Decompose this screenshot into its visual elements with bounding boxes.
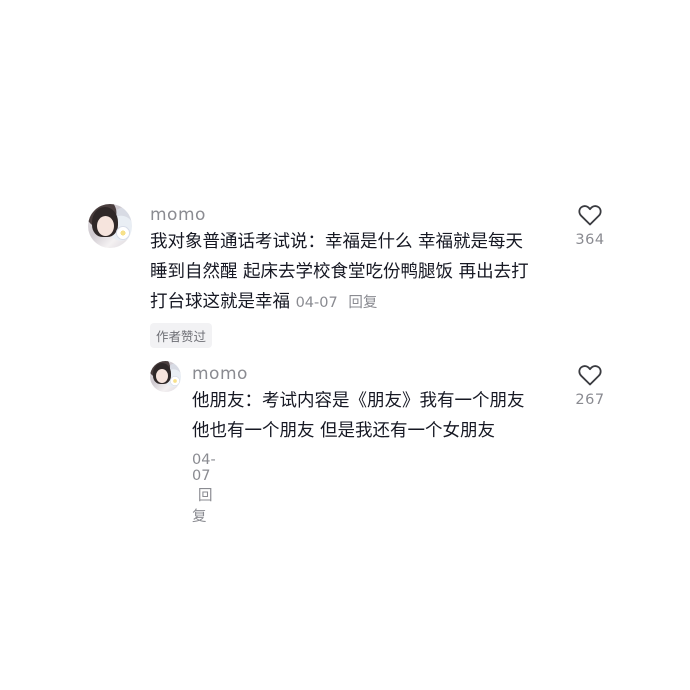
comment-meta: 04-07 回复 bbox=[296, 295, 378, 311]
comment-meta: 04-07 回复 bbox=[192, 452, 216, 526]
like-button[interactable]: 364 bbox=[570, 204, 610, 248]
avatar-face bbox=[97, 216, 114, 236]
like-button[interactable]: 267 bbox=[570, 364, 610, 408]
comment-date: 04-07 bbox=[295, 295, 338, 311]
avatar-flower bbox=[170, 376, 180, 386]
comment-date: 04-07 bbox=[192, 452, 216, 484]
comment-line: 打台球这就是幸福 04-07 回复 bbox=[150, 287, 529, 318]
author-liked-badge: 作者赞过 bbox=[150, 323, 213, 348]
comment-line: 他朋友：考试内容是《朋友》我有一个朋友 bbox=[192, 391, 525, 411]
username[interactable]: momo bbox=[192, 364, 248, 384]
avatar-flower bbox=[116, 226, 130, 240]
avatar[interactable] bbox=[88, 204, 132, 248]
heart-outline-icon bbox=[578, 365, 602, 386]
username[interactable]: momo bbox=[150, 205, 206, 225]
like-count: 364 bbox=[575, 232, 605, 248]
reply-button[interactable]: 回复 bbox=[192, 488, 213, 525]
comment-text: 他朋友：考试内容是《朋友》我有一个朋友 他也有一个朋友 但是我还有一个女朋友 bbox=[192, 386, 525, 446]
comment-line: 他也有一个朋友 但是我还有一个女朋友 bbox=[192, 421, 496, 441]
comment-line: 我对象普通话考试说：幸福是什么 幸福就是每天 bbox=[150, 232, 524, 252]
comment-line: 睡到自然醒 起床去学校食堂吃份鸭腿饭 再出去打 bbox=[150, 262, 529, 282]
avatar-face bbox=[156, 369, 168, 383]
avatar[interactable] bbox=[150, 361, 181, 392]
like-count: 267 bbox=[575, 392, 605, 408]
heart-outline-icon bbox=[578, 205, 602, 226]
comment-text: 我对象普通话考试说：幸福是什么 幸福就是每天 睡到自然醒 起床去学校食堂吃份鸭腿… bbox=[150, 227, 529, 318]
reply-button[interactable]: 回复 bbox=[348, 295, 377, 311]
comment-line-text: 打台球这就是幸福 bbox=[150, 292, 290, 312]
